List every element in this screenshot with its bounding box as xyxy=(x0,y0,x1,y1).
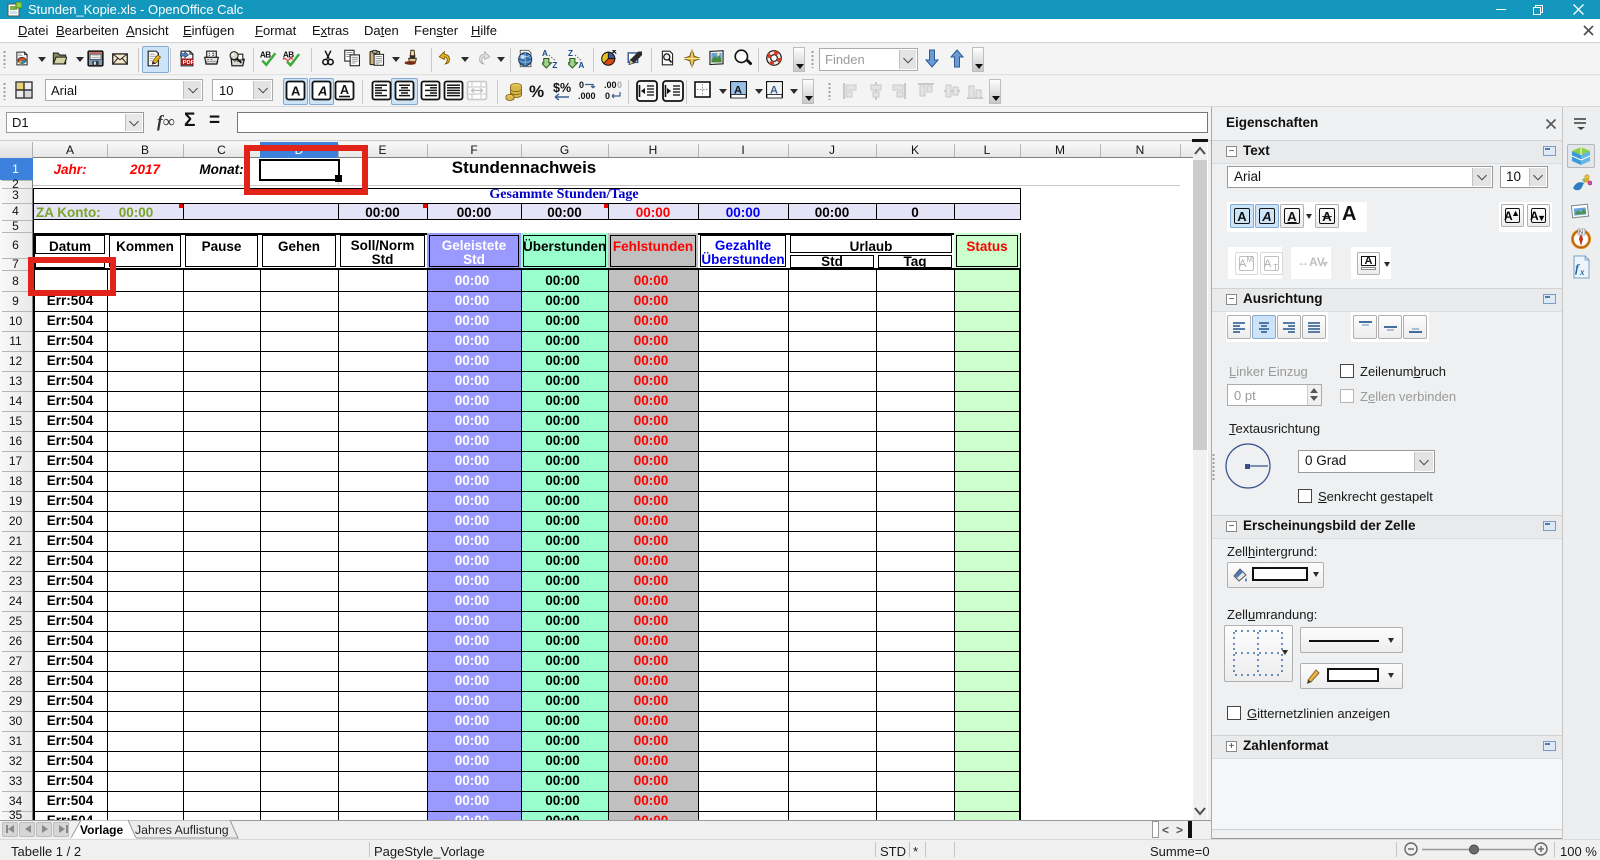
svg-text:A: A xyxy=(317,84,327,99)
svg-text:A: A xyxy=(291,84,301,99)
svg-text:$%: $% xyxy=(553,81,571,95)
svg-text:PDF: PDF xyxy=(183,60,195,66)
svg-text:x: x xyxy=(1579,267,1585,277)
svg-text:0: 0 xyxy=(617,80,622,90)
svg-text:0: 0 xyxy=(605,91,610,101)
svg-text:%: % xyxy=(529,82,544,99)
svg-text:N: N xyxy=(1579,230,1583,236)
svg-text:.000: .000 xyxy=(578,91,596,101)
svg-text:A: A xyxy=(542,49,548,58)
svg-text:.00: .00 xyxy=(604,80,617,90)
svg-text:Z: Z xyxy=(568,49,573,58)
svg-text:A: A xyxy=(340,83,349,97)
svg-text:Z: Z xyxy=(552,61,557,69)
svg-text:AB: AB xyxy=(260,50,271,59)
svg-text:A: A xyxy=(578,61,584,69)
svg-text:0: 0 xyxy=(579,80,584,90)
